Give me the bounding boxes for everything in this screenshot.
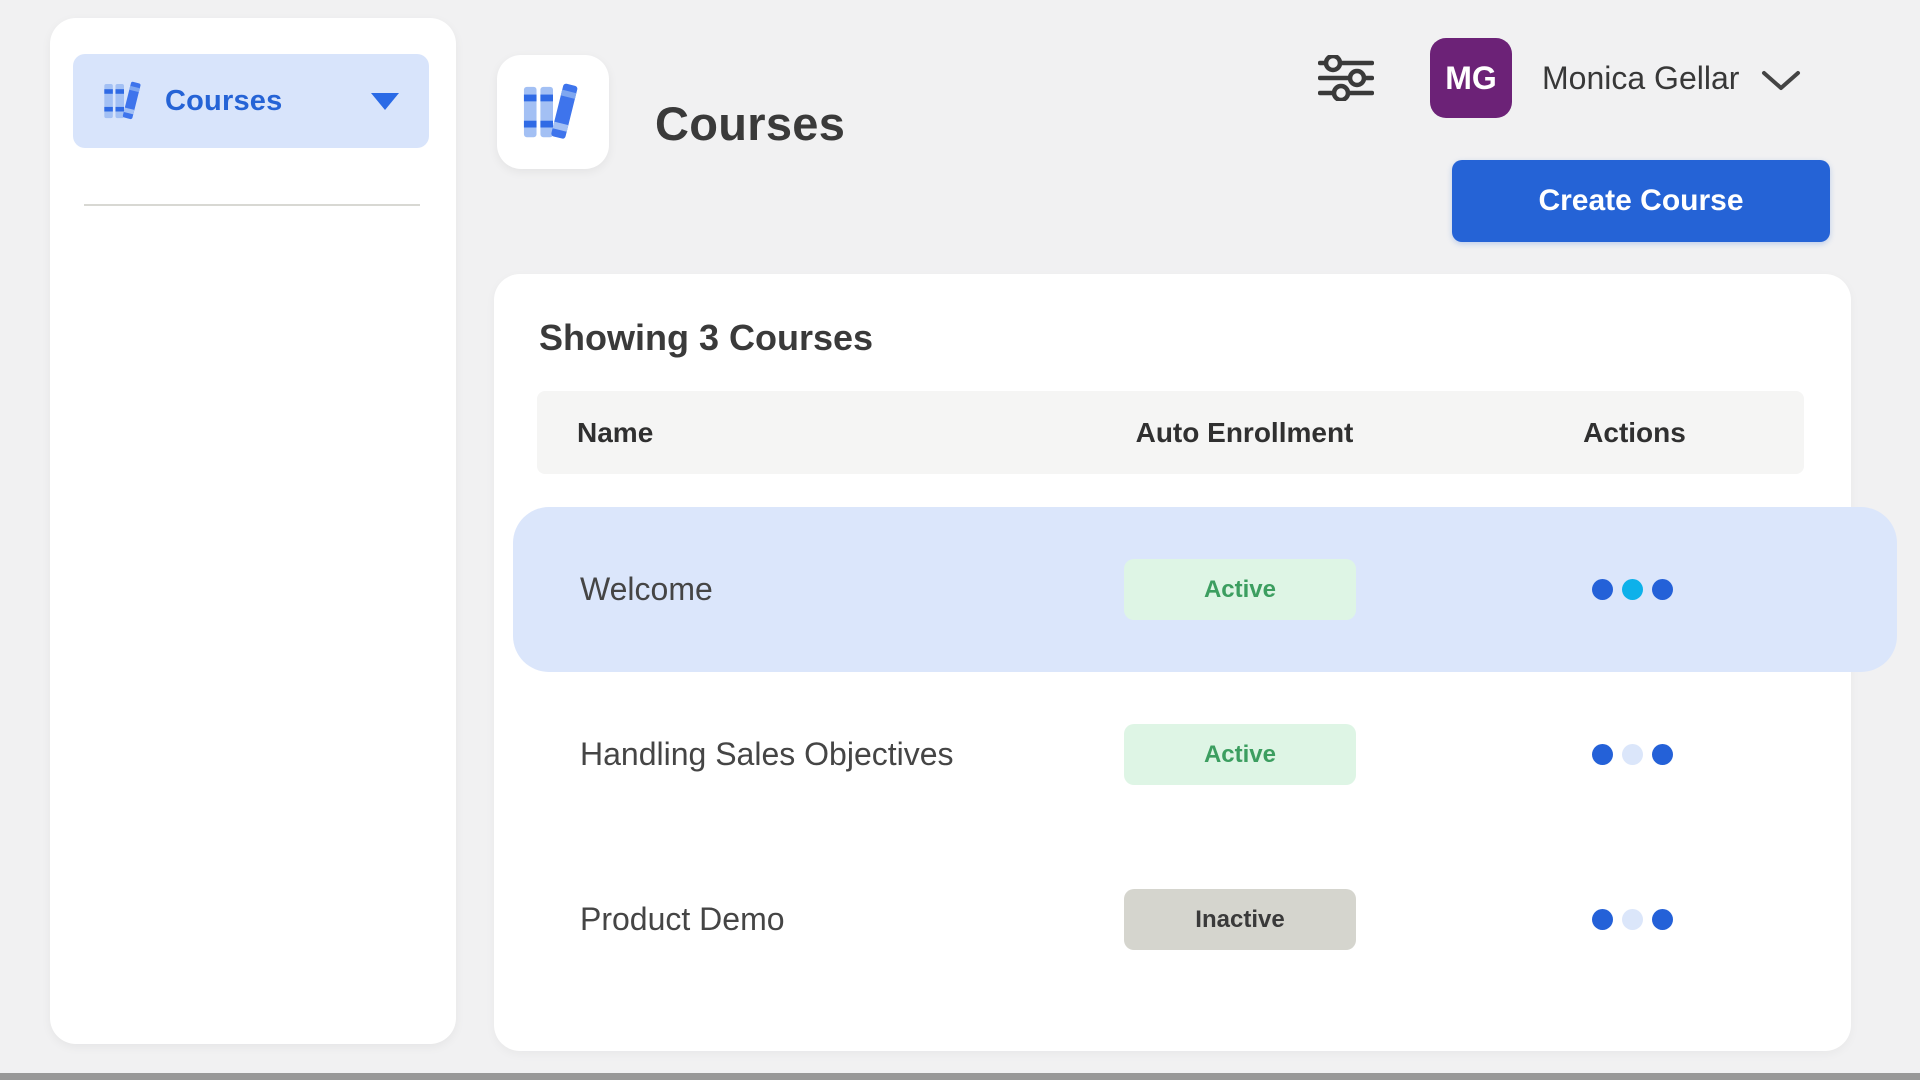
page-icon-card: [497, 55, 609, 169]
sidebar-item-courses[interactable]: Courses: [73, 54, 429, 148]
sliders-icon: [1318, 55, 1374, 101]
status-badge: Active: [1124, 559, 1356, 620]
status-badge: Active: [1124, 724, 1356, 785]
dot-icon: [1592, 579, 1613, 600]
dot-icon: [1652, 909, 1673, 930]
books-icon: [522, 81, 584, 143]
course-name: Handling Sales Objectives: [580, 672, 954, 837]
course-name: Product Demo: [580, 837, 785, 1002]
user-menu[interactable]: MG Monica Gellar: [1430, 38, 1801, 118]
dot-icon: [1622, 909, 1643, 930]
chevron-down-icon: [1761, 70, 1801, 92]
sidebar-divider: [84, 204, 420, 206]
sidebar: Courses: [50, 18, 456, 1044]
status-badge: Inactive: [1124, 889, 1356, 950]
row-actions-menu-button[interactable]: [1587, 507, 1677, 672]
filters-button[interactable]: [1316, 52, 1376, 104]
table-header: Name Auto Enrollment Actions: [537, 391, 1804, 474]
page-title: Courses: [655, 96, 845, 151]
dot-icon: [1622, 744, 1643, 765]
user-name: Monica Gellar: [1542, 60, 1739, 97]
dot-icon: [1622, 579, 1643, 600]
column-header-auto-enrollment: Auto Enrollment: [1122, 391, 1367, 474]
table-row-welcome[interactable]: Welcome Active: [494, 507, 1851, 672]
dot-icon: [1652, 579, 1673, 600]
screen-bottom-edge: [0, 1073, 1920, 1080]
course-name: Welcome: [580, 507, 713, 672]
dot-icon: [1652, 744, 1673, 765]
create-course-button[interactable]: Create Course: [1452, 160, 1830, 242]
table-row-handling-sales-objectives[interactable]: Handling Sales Objectives Active: [494, 672, 1851, 837]
table-row-product-demo[interactable]: Product Demo Inactive: [494, 837, 1851, 1002]
avatar: MG: [1430, 38, 1512, 118]
sidebar-item-label: Courses: [165, 85, 282, 118]
chevron-down-icon: [371, 93, 399, 110]
row-actions-menu-button[interactable]: [1587, 837, 1677, 1002]
row-actions-menu-button[interactable]: [1587, 672, 1677, 837]
column-header-actions: Actions: [1572, 391, 1697, 474]
courses-panel: Showing 3 Courses Name Auto Enrollment A…: [494, 274, 1851, 1051]
column-header-name: Name: [577, 391, 653, 474]
dot-icon: [1592, 909, 1613, 930]
books-icon: [103, 80, 145, 122]
dot-icon: [1592, 744, 1613, 765]
courses-count-summary: Showing 3 Courses: [539, 317, 873, 359]
